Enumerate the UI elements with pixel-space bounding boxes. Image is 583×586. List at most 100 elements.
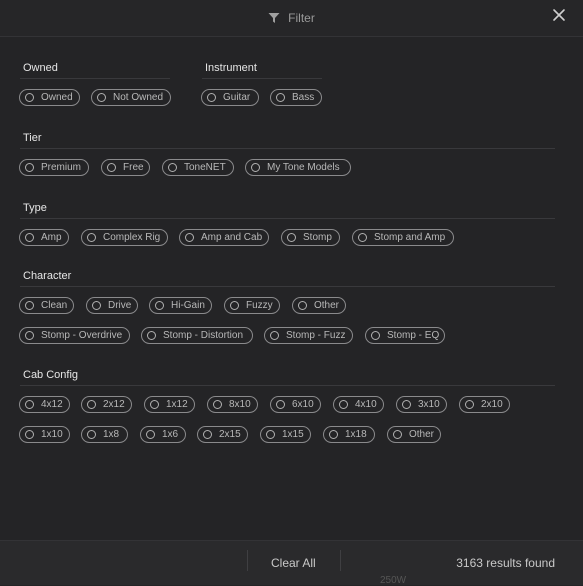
radio-icon <box>25 93 34 102</box>
chip-cab-2x15[interactable]: 2x15 <box>197 426 248 443</box>
divider <box>20 385 555 386</box>
section-title-type: Type <box>23 202 47 214</box>
chip-stomp-and-amp[interactable]: Stomp and Amp <box>352 229 454 246</box>
chip-label: Hi-Gain <box>171 300 205 311</box>
chip-stomp-overdrive[interactable]: Stomp - Overdrive <box>19 327 130 344</box>
chip-amp-and-cab[interactable]: Amp and Cab <box>179 229 269 246</box>
chip-fuzzy[interactable]: Fuzzy <box>224 297 280 314</box>
chip-cab-2x12[interactable]: 2x12 <box>81 396 132 413</box>
chip-not-owned[interactable]: Not Owned <box>91 89 171 106</box>
radio-icon <box>287 233 296 242</box>
chip-cab-8x10[interactable]: 8x10 <box>207 396 258 413</box>
radio-icon <box>402 400 411 409</box>
divider <box>20 148 555 149</box>
chip-label: 1x15 <box>282 429 304 440</box>
chip-amp[interactable]: Amp <box>19 229 69 246</box>
chip-label: Amp <box>41 232 62 243</box>
chip-label: Complex Rig <box>103 232 161 243</box>
radio-icon <box>155 301 164 310</box>
chip-label: Stomp - EQ <box>387 330 440 341</box>
section-title-owned: Owned <box>23 62 58 74</box>
radio-icon <box>465 400 474 409</box>
radio-icon <box>107 163 116 172</box>
radio-icon <box>371 331 380 340</box>
chip-label: 1x6 <box>162 429 179 440</box>
chip-premium[interactable]: Premium <box>19 159 89 176</box>
chip-label: Premium <box>41 162 82 173</box>
chip-guitar[interactable]: Guitar <box>201 89 259 106</box>
radio-icon <box>168 163 177 172</box>
background-text-fragment: 250W <box>380 575 407 586</box>
chip-cab-1x15[interactable]: 1x15 <box>260 426 311 443</box>
chip-stomp-distortion[interactable]: Stomp - Distortion <box>141 327 253 344</box>
radio-icon <box>298 301 307 310</box>
chip-label: Other <box>314 300 340 311</box>
radio-icon <box>25 163 34 172</box>
radio-icon <box>92 301 101 310</box>
radio-icon <box>185 233 194 242</box>
chip-stomp-fuzz[interactable]: Stomp - Fuzz <box>264 327 353 344</box>
radio-icon <box>146 430 155 439</box>
chip-other[interactable]: Other <box>292 297 346 314</box>
radio-icon <box>87 400 96 409</box>
chip-cab-4x12[interactable]: 4x12 <box>19 396 70 413</box>
chip-cab-other[interactable]: Other <box>387 426 441 443</box>
radio-icon <box>87 233 96 242</box>
chip-drive[interactable]: Drive <box>86 297 138 314</box>
chip-label: 2x10 <box>481 399 503 410</box>
chip-stomp[interactable]: Stomp <box>281 229 340 246</box>
chip-cab-4x10[interactable]: 4x10 <box>333 396 384 413</box>
radio-icon <box>276 93 285 102</box>
chip-label: Drive <box>108 300 132 311</box>
footer-divider <box>247 550 248 571</box>
radio-icon <box>358 233 367 242</box>
chip-cab-1x8[interactable]: 1x8 <box>81 426 128 443</box>
chip-bass[interactable]: Bass <box>270 89 322 106</box>
radio-icon <box>276 400 285 409</box>
radio-icon <box>25 430 34 439</box>
chip-label: Bass <box>292 92 315 103</box>
chip-label: Stomp - Fuzz <box>286 330 346 341</box>
close-icon[interactable] <box>551 7 567 23</box>
section-title-character: Character <box>23 270 72 282</box>
chip-hi-gain[interactable]: Hi-Gain <box>149 297 212 314</box>
filter-title-label: Filter <box>288 11 315 25</box>
chip-label: 1x8 <box>103 429 120 440</box>
divider <box>20 218 555 219</box>
chip-cab-1x18[interactable]: 1x18 <box>323 426 375 443</box>
radio-icon <box>150 400 159 409</box>
chip-label: Fuzzy <box>246 300 273 311</box>
chip-label: Clean <box>41 300 68 311</box>
chip-label: Guitar <box>223 92 251 103</box>
radio-icon <box>339 400 348 409</box>
chip-cab-6x10[interactable]: 6x10 <box>270 396 321 413</box>
radio-icon <box>329 430 338 439</box>
chip-owned[interactable]: Owned <box>19 89 80 106</box>
chip-complex-rig[interactable]: Complex Rig <box>81 229 168 246</box>
chip-label: 1x18 <box>345 429 367 440</box>
chip-clean[interactable]: Clean <box>19 297 74 314</box>
radio-icon <box>393 430 402 439</box>
chip-tonenet[interactable]: ToneNET <box>162 159 234 176</box>
radio-icon <box>230 301 239 310</box>
chip-cab-3x10[interactable]: 3x10 <box>396 396 447 413</box>
chip-cab-1x10[interactable]: 1x10 <box>19 426 70 443</box>
footer-divider <box>340 550 341 571</box>
radio-icon <box>147 331 156 340</box>
divider <box>202 78 322 79</box>
chip-stomp-eq[interactable]: Stomp - EQ <box>365 327 445 344</box>
section-title-cab-config: Cab Config <box>23 369 79 381</box>
chip-free[interactable]: Free <box>101 159 150 176</box>
chip-label: Not Owned <box>113 92 164 103</box>
chip-my-tone-models[interactable]: My Tone Models <box>245 159 351 176</box>
chip-label: Stomp and Amp <box>374 232 446 243</box>
chip-label: Stomp <box>303 232 332 243</box>
chip-label: Stomp - Distortion <box>163 330 244 341</box>
radio-icon <box>270 331 279 340</box>
chip-cab-2x10[interactable]: 2x10 <box>459 396 510 413</box>
chip-cab-1x6[interactable]: 1x6 <box>140 426 186 443</box>
radio-icon <box>87 430 96 439</box>
clear-all-button[interactable]: Clear All <box>271 556 316 570</box>
chip-cab-1x12[interactable]: 1x12 <box>144 396 195 413</box>
results-count: 3163 results found <box>456 556 555 570</box>
